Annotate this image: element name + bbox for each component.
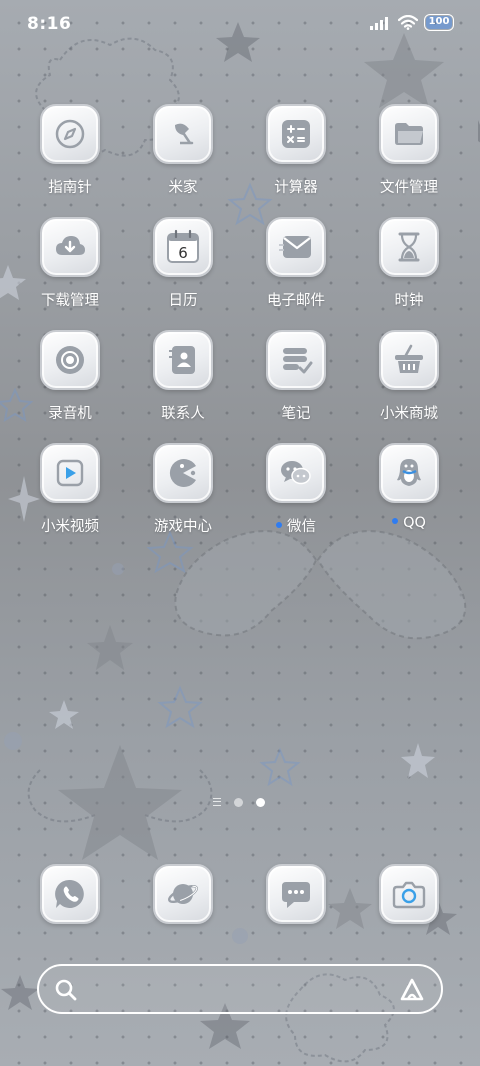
page-dot-active xyxy=(256,797,265,807)
video-play-icon xyxy=(40,443,100,503)
page-list-icon xyxy=(213,798,221,806)
app-label: 时钟 xyxy=(394,293,424,309)
phone-icon xyxy=(40,864,100,924)
app-label: 指南针 xyxy=(48,180,92,196)
signal-icon xyxy=(370,16,388,30)
app-label: 联系人 xyxy=(161,406,205,422)
dock-messages[interactable] xyxy=(241,864,351,926)
new-notification-dot xyxy=(392,518,399,524)
calculator-icon xyxy=(266,104,326,164)
app-label: 计算器 xyxy=(274,180,318,196)
page-dot xyxy=(234,797,243,807)
app-calculator[interactable]: 计算器 xyxy=(241,104,351,208)
contacts-icon xyxy=(153,330,213,390)
app-label: 小米商城 xyxy=(380,406,438,422)
wechat-icon xyxy=(266,443,326,503)
dock-phone[interactable] xyxy=(15,864,125,926)
wifi-icon xyxy=(398,15,418,30)
email-icon xyxy=(266,217,326,277)
app-file-manager[interactable]: 文件管理 xyxy=(354,104,464,208)
browser-planet-icon xyxy=(153,864,213,924)
app-qq[interactable]: QQ xyxy=(354,443,464,547)
app-mi-video[interactable]: 小米视频 xyxy=(15,443,125,547)
messages-icon xyxy=(266,864,326,924)
app-label: QQ xyxy=(354,515,464,531)
notes-icon xyxy=(266,330,326,390)
calendar-day: 6 xyxy=(178,244,188,262)
shopping-basket-icon xyxy=(379,330,439,390)
app-calendar[interactable]: 6 日历 xyxy=(128,217,238,321)
app-label: 米家 xyxy=(168,180,198,196)
mijia-lamp-icon xyxy=(153,104,213,164)
game-pacman-icon xyxy=(153,443,213,503)
calendar-icon: 6 xyxy=(153,217,213,277)
hourglass-icon xyxy=(379,217,439,277)
app-label: 下载管理 xyxy=(41,293,99,309)
app-mi-store[interactable]: 小米商城 xyxy=(354,330,464,434)
app-download-manager[interactable]: 下载管理 xyxy=(15,217,125,321)
download-icon xyxy=(40,217,100,277)
status-icons: 100 xyxy=(370,14,454,31)
app-label: 电子邮件 xyxy=(267,293,325,309)
search-bar[interactable] xyxy=(37,964,443,1014)
new-notification-dot xyxy=(276,522,282,528)
page-indicator[interactable] xyxy=(213,796,273,808)
status-bar: 8:16 100 xyxy=(0,0,480,50)
app-clock[interactable]: 时钟 xyxy=(354,217,464,321)
app-wechat[interactable]: 微信 xyxy=(241,443,351,547)
status-time: 8:16 xyxy=(27,14,72,34)
app-game-center[interactable]: 游戏中心 xyxy=(128,443,238,547)
app-label: 微信 xyxy=(241,515,351,536)
compass-icon xyxy=(40,104,100,164)
app-label: 日历 xyxy=(168,293,198,309)
app-email[interactable]: 电子邮件 xyxy=(241,217,351,321)
app-label: 游戏中心 xyxy=(154,519,212,535)
app-notes[interactable]: 笔记 xyxy=(241,330,351,434)
battery-indicator: 100 xyxy=(424,14,454,31)
app-label: 笔记 xyxy=(281,406,311,422)
app-contacts[interactable]: 联系人 xyxy=(128,330,238,434)
app-label: 文件管理 xyxy=(380,180,438,196)
camera-icon xyxy=(379,864,439,924)
qq-penguin-icon xyxy=(379,443,439,503)
app-recorder[interactable]: 录音机 xyxy=(15,330,125,434)
dock-camera[interactable] xyxy=(354,864,464,926)
search-icon xyxy=(55,979,77,1001)
app-compass[interactable]: 指南针 xyxy=(15,104,125,208)
recorder-icon xyxy=(40,330,100,390)
voice-assistant-icon[interactable] xyxy=(399,977,425,1003)
app-mijia[interactable]: 米家 xyxy=(128,104,238,208)
app-label: 录音机 xyxy=(48,406,92,422)
app-label: 小米视频 xyxy=(41,519,99,535)
dock-browser[interactable] xyxy=(128,864,238,926)
folder-icon xyxy=(379,104,439,164)
